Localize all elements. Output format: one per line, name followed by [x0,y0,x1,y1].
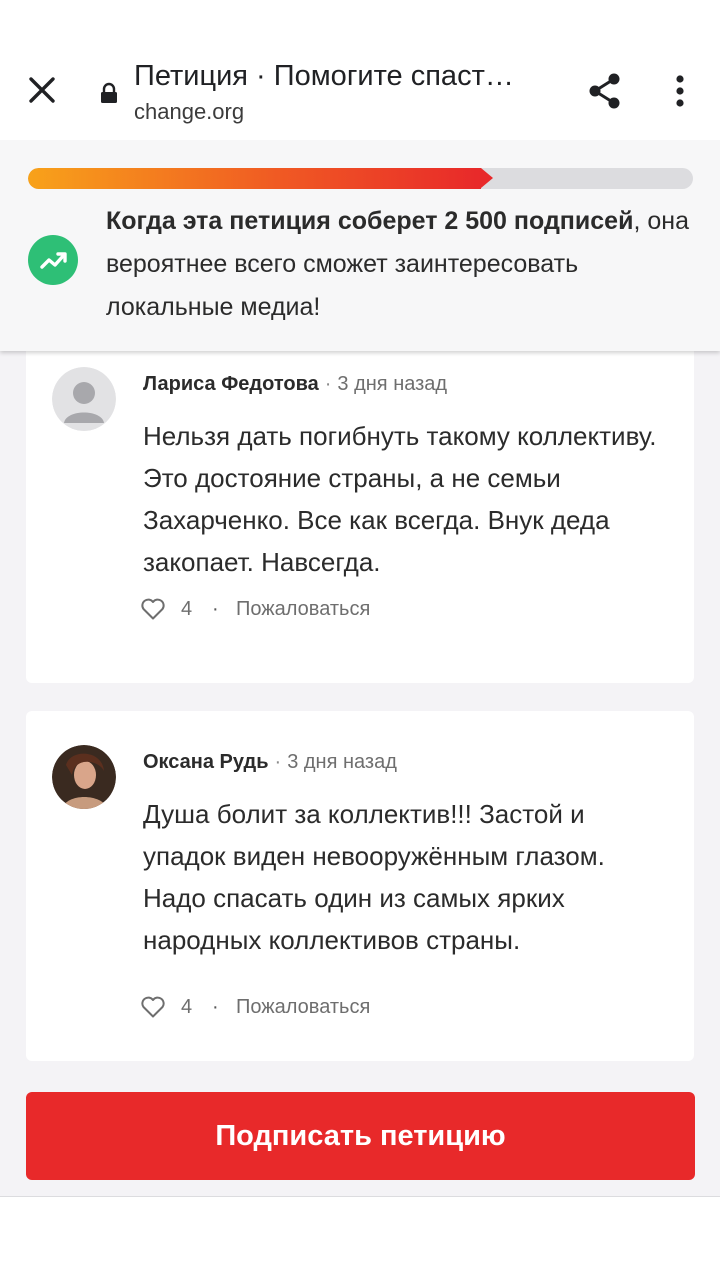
comment-time: 3 дня назад [337,373,448,395]
comment-card: Оксана Рудь · 3 дня назад Душа болит за ко… [26,711,694,1061]
progress-fill [28,168,481,189]
comment-time: 3 дня назад [287,751,397,773]
trending-up-icon [28,235,78,285]
like-count: 4 [181,598,193,620]
comment-author[interactable]: Лариса Федотова [143,373,319,395]
signature-progress-bar [28,168,693,189]
comment-text: Нельзя дать погибнуть такому коллективу.… [143,421,657,577]
page-content: Когда эта петиция соберет 2 500 подписей… [0,140,720,1196]
report-link[interactable]: Пожаловаться [236,996,370,1019]
like-count: 4 [181,996,193,1018]
share-icon[interactable] [584,70,626,112]
close-icon[interactable] [22,70,62,110]
action-separator: · [212,996,219,1018]
comment-text: Душа болит за коллектив!!! Застой и упад… [143,799,605,955]
user-photo-avatar[interactable] [52,745,116,809]
comment-meta: Оксана Рудь · 3 дня назад [143,751,397,774]
action-separator: · [212,598,219,620]
heart-icon[interactable] [140,995,166,1019]
heart-icon[interactable] [140,597,166,621]
sign-petition-button[interactable]: Подписать петицию [26,1092,695,1180]
bottom-area [0,1196,720,1281]
more-options-icon[interactable] [664,72,696,112]
milestone-message: Когда эта петиция соберет 2 500 подписей… [106,200,706,329]
default-avatar-icon[interactable] [52,367,116,431]
signature-progress-panel: Когда эта петиция соберет 2 500 подписей… [0,140,720,351]
meta-separator: · [324,373,332,395]
comment-author[interactable]: Оксана Рудь [143,751,269,773]
page-url: change.org [134,99,245,124]
comment-meta: Лариса Федотова · 3 дня назад [143,373,447,396]
report-link[interactable]: Пожаловаться [236,598,370,621]
page-title: Петиция · Помогите спаст… [134,60,514,92]
meta-separator: · [274,751,282,773]
milestone-bold-text: Когда эта петиция соберет 2 500 подписей [106,207,634,235]
lock-icon [98,82,120,104]
progress-tip [481,168,493,188]
browser-top-bar: Петиция · Помогите спаст… change.org [0,0,720,141]
